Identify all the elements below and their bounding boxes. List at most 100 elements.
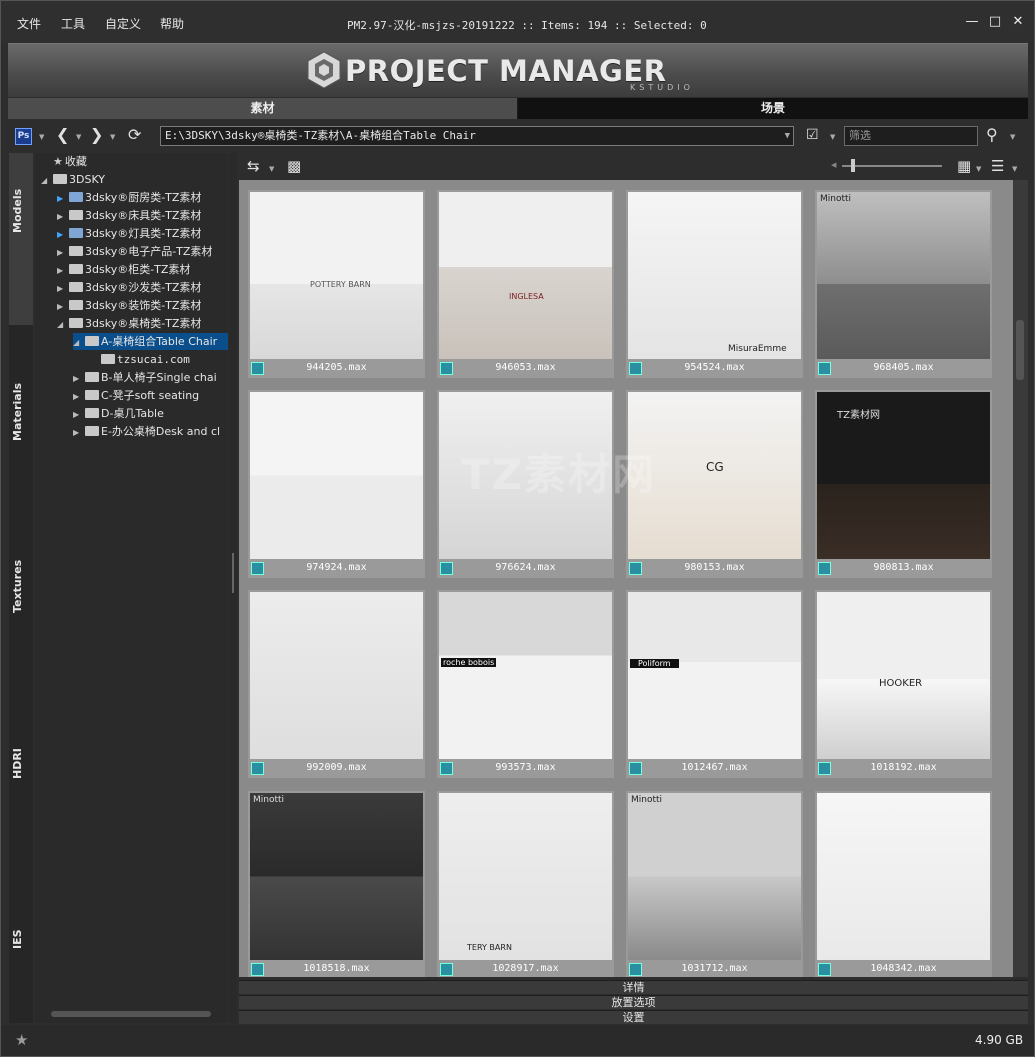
- tree-item[interactable]: ▶ 3dsky®厨房类-TZ素材: [57, 189, 201, 206]
- thumbnail-item[interactable]: roche bobois 993573.max: [437, 590, 614, 778]
- photoshop-icon[interactable]: Ps: [15, 128, 32, 145]
- thumbnail-item[interactable]: 974924.max: [248, 390, 425, 578]
- forward-arrow-icon[interactable]: ❯: [90, 126, 103, 144]
- thumbnail-image: POTTERY BARN: [250, 192, 423, 359]
- side-tab-textures[interactable]: Textures: [9, 558, 33, 618]
- collapse-arrow-icon: ◢: [73, 338, 80, 347]
- close-icon[interactable]: ✕: [1009, 13, 1027, 31]
- grid-view-dropdown-icon[interactable]: ▼: [976, 165, 981, 173]
- ps-dropdown-icon[interactable]: ▼: [39, 133, 44, 141]
- thumbnail-item[interactable]: INGLESA 946053.max: [437, 190, 614, 378]
- tree-favorites[interactable]: ★ 收藏: [41, 153, 87, 170]
- tree-item-selected[interactable]: ◢ A-桌椅组合Table Chair: [73, 333, 228, 350]
- window-title: PM2.97-汉化-msjzs-20191222 :: Items: 194 :…: [347, 19, 707, 32]
- thumbnail-caption: 1028917.max: [492, 963, 559, 974]
- path-input[interactable]: E:\3DSKY\3dsky®桌椅类-TZ素材\A-桌椅组合Table Chai…: [160, 126, 794, 146]
- thumbnail-item[interactable]: CG 980153.max: [626, 390, 803, 578]
- minimize-icon[interactable]: —: [963, 13, 981, 31]
- menu-tools[interactable]: 工具: [61, 15, 85, 32]
- expand-arrow-icon: ▶: [57, 266, 64, 275]
- thumbnail-item[interactable]: 1048342.max: [815, 791, 992, 977]
- sort-dropdown-icon[interactable]: ▼: [1012, 165, 1017, 173]
- thumbnail-caption: 974924.max: [306, 562, 367, 573]
- folder-icon: [85, 336, 99, 346]
- tree-item[interactable]: ▶ 3dsky®床具类-TZ素材: [57, 207, 201, 224]
- thumbnail-item[interactable]: HOOKER 1018192.max: [815, 590, 992, 778]
- side-tabs: Models Materials Textures HDRI IES: [9, 153, 33, 1023]
- filter-input[interactable]: 筛选: [844, 126, 978, 146]
- search-icon[interactable]: ⚲: [986, 126, 998, 144]
- sync-view-icon[interactable]: ⇆: [247, 157, 260, 175]
- folder-icon: [53, 174, 67, 184]
- slider-left-arrow-icon[interactable]: ◀: [831, 161, 836, 169]
- folder-icon: [85, 372, 99, 382]
- menu-customize[interactable]: 自定义: [105, 15, 141, 32]
- thumbnail-caption: 944205.max: [306, 362, 367, 373]
- thumbnail-item[interactable]: Minotti 968405.max: [815, 190, 992, 378]
- panel-splitter[interactable]: [229, 153, 237, 1023]
- tree-item[interactable]: ▶ B-单人椅子Single chai: [73, 369, 217, 386]
- tree-item[interactable]: ◢ 3dsky®桌椅类-TZ素材: [57, 315, 201, 332]
- checklist-icon[interactable]: ☑: [806, 126, 819, 144]
- side-tab-ies[interactable]: IES: [9, 923, 33, 953]
- refresh-icon[interactable]: ⟳: [128, 126, 141, 144]
- tree-horizontal-scrollbar[interactable]: [51, 1011, 211, 1017]
- tree-item[interactable]: ▶ 3dsky®电子产品-TZ素材: [57, 243, 212, 260]
- status-bar: ★ 4.90 GB: [1, 1025, 1034, 1056]
- sync-dropdown-icon[interactable]: ▼: [269, 165, 274, 173]
- forward-dropdown-icon[interactable]: ▼: [110, 133, 115, 141]
- tree-item[interactable]: ▶ 3dsky®柜类-TZ素材: [57, 261, 190, 278]
- thumbnail-item[interactable]: Minotti 1031712.max: [626, 791, 803, 977]
- cube-icon[interactable]: ▩: [287, 157, 301, 175]
- thumbnail-item[interactable]: TZ素材网 980813.max: [815, 390, 992, 578]
- side-tab-materials[interactable]: Materials: [9, 383, 33, 443]
- side-tab-models[interactable]: Models: [9, 153, 33, 325]
- grid-view-icon[interactable]: ▦: [957, 157, 971, 175]
- thumbnail-item[interactable]: POTTERY BARN 944205.max: [248, 190, 425, 378]
- tree-item[interactable]: ▶ 3dsky®灯具类-TZ素材: [57, 225, 201, 242]
- back-arrow-icon[interactable]: ❮: [56, 126, 69, 144]
- thumbnail-item[interactable]: 976624.max: [437, 390, 614, 578]
- menu-help[interactable]: 帮助: [160, 15, 184, 32]
- tree-item[interactable]: ▶ C-凳子soft seating: [73, 387, 199, 404]
- thumbnail-item[interactable]: MisuraEmme 954524.max: [626, 190, 803, 378]
- tree-item[interactable]: ▶ 3dsky®装饰类-TZ素材: [57, 297, 201, 314]
- disk-size: 4.90 GB: [975, 1033, 1024, 1047]
- menu-file[interactable]: 文件: [17, 15, 41, 32]
- thumbnail-item[interactable]: Poliform 1012467.max: [626, 590, 803, 778]
- logo-icon: [307, 51, 341, 89]
- panel-settings[interactable]: 设置: [239, 1010, 1028, 1024]
- thumbnail-image: TZ素材网: [817, 392, 990, 559]
- tree-root-3dsky[interactable]: ◢ 3DSKY: [41, 171, 105, 188]
- star-icon: ★: [53, 155, 63, 168]
- back-dropdown-icon[interactable]: ▼: [76, 133, 81, 141]
- sort-icon[interactable]: ☰: [991, 157, 1004, 175]
- tree-item[interactable]: tzsucai.com: [89, 351, 190, 368]
- app-logo-subtitle: KSTUDIO: [630, 83, 694, 92]
- thumbnail-caption: 1018192.max: [870, 762, 937, 773]
- slider-knob[interactable]: [851, 159, 855, 172]
- panel-details[interactable]: 详情: [239, 980, 1028, 994]
- thumbnail-item[interactable]: TERY BARN 1028917.max: [437, 791, 614, 977]
- thumbnail-size-slider[interactable]: [842, 165, 942, 167]
- grid-vertical-scrollbar[interactable]: [1013, 180, 1028, 977]
- favorite-star-icon[interactable]: ★: [15, 1031, 28, 1049]
- tree-item[interactable]: ▶ 3dsky®沙发类-TZ素材: [57, 279, 201, 296]
- scrollbar-thumb[interactable]: [1016, 320, 1024, 380]
- side-tab-hdri[interactable]: HDRI: [9, 743, 33, 783]
- maximize-icon[interactable]: □: [986, 13, 1004, 31]
- path-dropdown-icon[interactable]: ▼: [785, 127, 790, 145]
- thumbnail-caption: 968405.max: [873, 362, 934, 373]
- panel-placement-options[interactable]: 放置选项: [239, 995, 1028, 1009]
- tab-assets[interactable]: 素材: [8, 98, 517, 119]
- thumbnail-item[interactable]: Minotti 1018518.max: [248, 791, 425, 977]
- tree-item[interactable]: ▶ E-办公桌椅Desk and cl: [73, 423, 220, 440]
- checklist-dropdown-icon[interactable]: ▼: [830, 133, 835, 141]
- thumbnail-image: Poliform: [628, 592, 801, 759]
- app-logo-title: PROJECT MANAGER: [345, 54, 667, 88]
- search-dropdown-icon[interactable]: ▼: [1010, 133, 1015, 141]
- path-text: E:\3DSKY\3dsky®桌椅类-TZ素材\A-桌椅组合Table Chai…: [165, 129, 476, 142]
- tree-item[interactable]: ▶ D-桌几Table: [73, 405, 164, 422]
- tab-scene[interactable]: 场景: [518, 98, 1028, 119]
- thumbnail-item[interactable]: 992009.max: [248, 590, 425, 778]
